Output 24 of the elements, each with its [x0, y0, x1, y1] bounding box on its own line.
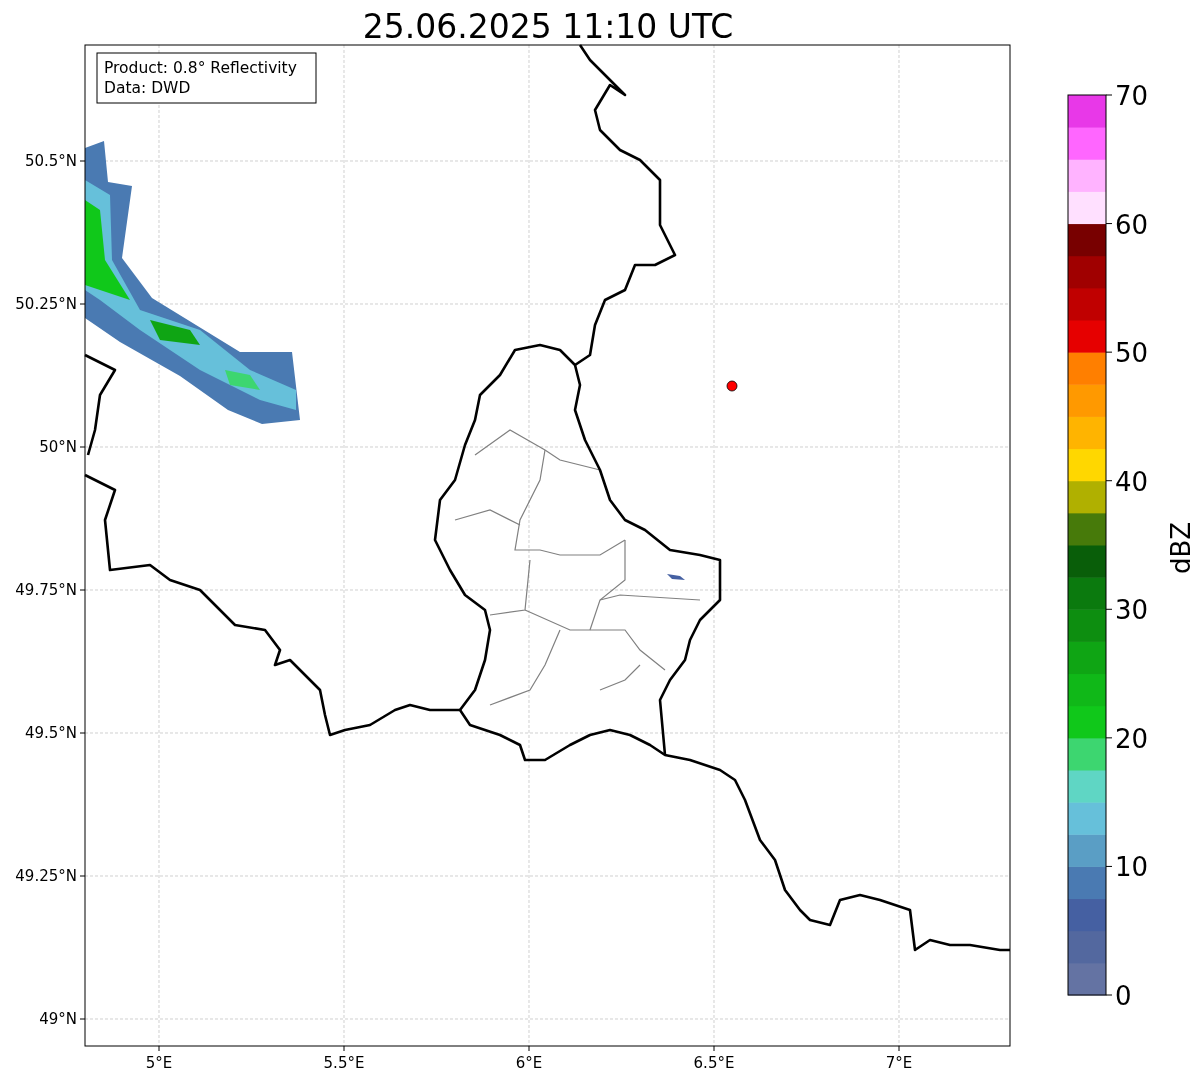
- latitude-tick-label: 49.5°N: [24, 724, 77, 742]
- longitude-tick-label: 5°E: [145, 1054, 173, 1072]
- colorbar-tick-label: 70: [1115, 81, 1149, 111]
- colorbar-tick-label: 10: [1115, 852, 1149, 883]
- latitude-tick-label: 49.75°N: [15, 581, 77, 599]
- longitude-tick-label: 6.5°E: [693, 1054, 735, 1072]
- colorbar-tick-label: 50: [1115, 338, 1149, 369]
- chart-title: 25.06.2025 11:10 UTC: [362, 7, 734, 46]
- colorbar-tick-label: 40: [1115, 466, 1149, 497]
- colorbar-tick-label: 60: [1115, 209, 1149, 240]
- colorbar-tick-label: 30: [1115, 595, 1149, 626]
- info-text: Product: 0.8° Reflectivity: [104, 59, 297, 77]
- longitude-tick-label: 6°E: [515, 1054, 543, 1072]
- info-text: Data: DWD: [104, 79, 191, 97]
- latitude-tick-label: 49°N: [39, 1010, 77, 1028]
- latitude-tick-label: 50°N: [39, 438, 77, 456]
- colorbar-tick-label: 20: [1115, 723, 1149, 754]
- longitude-tick-label: 5.5°E: [323, 1054, 365, 1072]
- latitude-tick-label: 50.25°N: [15, 295, 77, 313]
- colorbar-label: dBZ: [1166, 521, 1196, 575]
- latitude-tick-label: 50.5°N: [24, 152, 77, 170]
- longitude-tick-label: 7°E: [885, 1054, 913, 1072]
- latitude-tick-label: 49.25°N: [15, 867, 77, 885]
- colorbar-tick-label: 0: [1115, 981, 1132, 1011]
